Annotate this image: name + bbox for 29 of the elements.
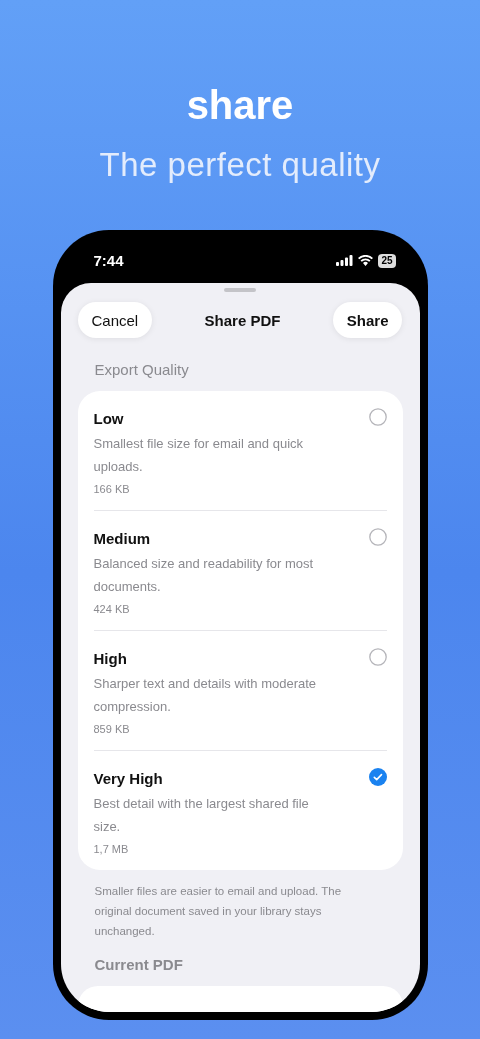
footnote: Smaller files are easier to email and upload. The original document saved in your library stays unchanged. bbox=[94, 884, 343, 939]
option-file-size: 1,7 MB bbox=[93, 842, 130, 856]
option-title[interactable]: High bbox=[93, 649, 330, 669]
battery-level: 25 bbox=[378, 253, 396, 268]
sheet-grabber[interactable] bbox=[224, 288, 256, 292]
option-description: Best detail with the largest shared file size. bbox=[93, 795, 310, 836]
radio-checked-icon[interactable] bbox=[368, 768, 387, 786]
option-description: Sharper text and details with moderate compression. bbox=[93, 675, 318, 716]
option-file-size: 859 KB bbox=[93, 722, 131, 736]
option-file-size: 166 KB bbox=[93, 482, 131, 496]
radio-icon[interactable] bbox=[368, 408, 387, 426]
option-title[interactable]: Low bbox=[93, 409, 330, 429]
signal-icon bbox=[336, 255, 354, 266]
radio-icon[interactable] bbox=[368, 528, 387, 546]
option-file-size: 424 KB bbox=[93, 602, 131, 616]
headline: share bbox=[186, 82, 294, 128]
option-description: Balanced size and readability for most documents. bbox=[93, 555, 315, 596]
section-title: Current PDF bbox=[94, 955, 184, 975]
share-button[interactable]: Share bbox=[332, 302, 403, 338]
option-title[interactable]: Medium bbox=[93, 529, 330, 549]
option-title[interactable]: Very High bbox=[93, 769, 330, 789]
sheet-title: Share PDF bbox=[204, 311, 281, 329]
subheadline: The perfect quality bbox=[99, 145, 381, 185]
status-time: 7:44 bbox=[93, 252, 124, 269]
wifi-icon bbox=[358, 255, 374, 266]
radio-icon[interactable] bbox=[368, 648, 387, 666]
cancel-button[interactable]: Cancel bbox=[77, 302, 153, 338]
option-description: Smallest file size for email and quick uploads. bbox=[93, 435, 305, 476]
section-title: Export Quality bbox=[94, 360, 190, 380]
